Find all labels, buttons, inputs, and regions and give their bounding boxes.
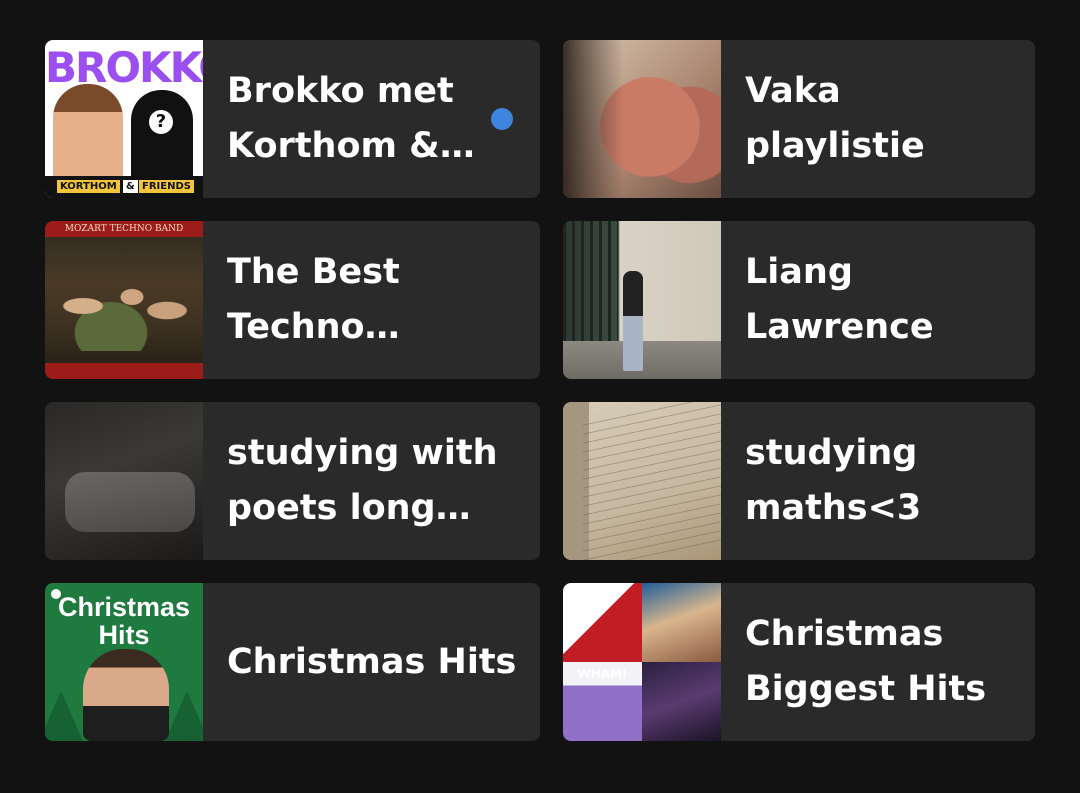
library-item-techno-remixes[interactable]: MOZART TECHNO BAND The Best Techno Remix… bbox=[45, 221, 540, 379]
artist-cover-image bbox=[563, 221, 721, 379]
cover-tag-right: FRIENDS bbox=[139, 180, 194, 193]
mosaic-tile-text: WHAM! bbox=[577, 667, 628, 681]
cover-sheet bbox=[65, 472, 195, 532]
library-item-title: studying maths<3 bbox=[745, 433, 922, 528]
cover-tag-mid: & bbox=[123, 180, 138, 193]
library-item-christmas-hits[interactable]: Christmas Hits Christmas Hits bbox=[45, 583, 540, 741]
cover-person bbox=[623, 271, 643, 371]
playlist-cover-image: Christmas Hits bbox=[45, 583, 203, 741]
library-item-vaka-playlistie[interactable]: Vaka playlistie bbox=[563, 40, 1035, 198]
library-item-title: studying with poets long gone bbox=[227, 433, 498, 528]
cover-tag-left: KORTHOM bbox=[57, 180, 120, 193]
album-cover-image: MOZART TECHNO BAND bbox=[45, 221, 203, 379]
library-item-brokko[interactable]: BROKKO ? KORTHOM & FRIENDS Brokko met Ko… bbox=[45, 40, 540, 198]
cover-title-text: Christmas Hits bbox=[57, 592, 191, 650]
tree-icon bbox=[165, 691, 203, 741]
mosaic-tile bbox=[642, 662, 721, 741]
library-item-title: Liang Lawrence bbox=[745, 252, 934, 347]
playlist-cover-image bbox=[45, 402, 203, 560]
cover-shade bbox=[563, 40, 623, 198]
cover-notes bbox=[583, 402, 721, 560]
library-item-title: Vaka playlistie bbox=[745, 71, 925, 166]
cover-mystery-silhouette bbox=[131, 90, 193, 185]
cover-artist-photo bbox=[83, 649, 169, 741]
tree-icon bbox=[45, 691, 83, 741]
unread-dot-icon bbox=[491, 108, 513, 130]
library-item-liang-lawrence[interactable]: Liang Lawrence bbox=[563, 221, 1035, 379]
cover-fence bbox=[563, 221, 618, 346]
cover-logo-text: BROKKO bbox=[45, 43, 203, 92]
cover-bottom-strip bbox=[45, 363, 203, 379]
mosaic-tile bbox=[642, 583, 721, 662]
playlist-cover-image bbox=[563, 40, 721, 198]
library-item-studying-poets[interactable]: studying with poets long gone bbox=[45, 402, 540, 560]
cover-person-photo bbox=[53, 84, 123, 184]
library-item-christmas-biggest-hits[interactable]: WHAM! Christmas Biggest Hits bbox=[563, 583, 1035, 741]
cover-painting bbox=[55, 261, 195, 351]
playlist-cover-image bbox=[563, 402, 721, 560]
cover-question-mark: ? bbox=[149, 110, 173, 134]
library-item-studying-maths[interactable]: studying maths<3 bbox=[563, 402, 1035, 560]
library-item-title: Brokko met Korthom & Friends bbox=[227, 71, 454, 166]
playlist-mosaic-cover: WHAM! bbox=[563, 583, 721, 741]
library-item-title: Christmas Biggest Hits bbox=[745, 614, 987, 709]
mosaic-tile bbox=[563, 583, 642, 662]
library-item-title: The Best Techno Remixes of Classical Mus… bbox=[227, 252, 400, 347]
podcast-cover-image: BROKKO ? KORTHOM & FRIENDS bbox=[45, 40, 203, 198]
cover-band-name: MOZART TECHNO BAND bbox=[45, 221, 203, 237]
library-grid: BROKKO ? KORTHOM & FRIENDS Brokko met Ko… bbox=[45, 40, 1035, 741]
library-item-title: Christmas Hits bbox=[227, 641, 517, 682]
